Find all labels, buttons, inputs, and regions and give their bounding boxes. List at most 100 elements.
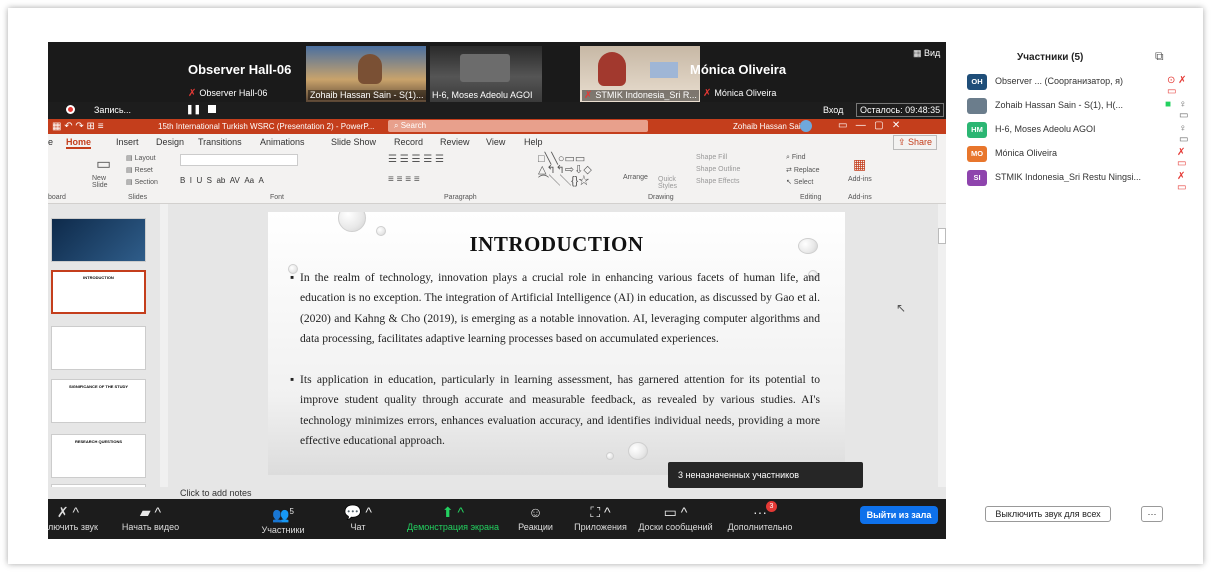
- thumbnail-1[interactable]: [51, 218, 146, 262]
- group-editing: Editing: [800, 194, 822, 201]
- avatar: HM: [967, 122, 987, 138]
- pause-record-icon[interactable]: ❚❚: [186, 104, 201, 115]
- thumbnail-3[interactable]: [51, 326, 146, 370]
- panel-more-button[interactable]: ···: [1141, 506, 1163, 522]
- tab-help[interactable]: Help: [524, 137, 543, 147]
- video-tile-moses[interactable]: H-6, Moses Adeolu AGOI: [430, 46, 542, 102]
- tooltip: 3 неназначенных участников: [668, 462, 863, 488]
- shape-fill-button[interactable]: Shape Fill: [696, 154, 727, 161]
- participant-row[interactable]: MO Mónica Oliveira ✗ ▭: [967, 146, 1192, 169]
- participant-row[interactable]: OH Observer ... (Соорганизатор, я) ⊙ ✗ ▭: [967, 74, 1192, 97]
- stop-record-icon[interactable]: [208, 105, 216, 113]
- reactions-button[interactable]: ☺ Реакции: [513, 499, 558, 539]
- slide-bullet-2: ▪ Its application in education, particula…: [290, 373, 820, 448]
- mic-muted-icon: ✗ ▭: [1177, 171, 1187, 193]
- mute-all-button[interactable]: Выключить звук для всех: [985, 506, 1111, 522]
- person-silhouette: [598, 52, 626, 86]
- notes-pane[interactable]: Click to add notes: [48, 487, 946, 499]
- tile-caption-zohaib: Zohaib Hassan Sain - S(1)...: [308, 90, 426, 100]
- tab-view[interactable]: View: [486, 137, 505, 147]
- shape-effects-button[interactable]: Shape Effects: [696, 178, 739, 185]
- addins-icon[interactable]: ▦: [853, 156, 866, 173]
- slide-thumbnails: INTRODUCTION SIGNIFICANCE OF THE STUDY R…: [48, 204, 168, 494]
- panel-title: Участники (5): [1017, 52, 1084, 63]
- whiteboard-icon: ▭ ^: [663, 504, 688, 520]
- window-controls[interactable]: ▭ — ▢ ✕: [838, 120, 900, 131]
- tile-caption-moses: H-6, Moses Adeolu AGOI: [432, 90, 533, 100]
- select-button[interactable]: ↖ Select: [786, 178, 813, 186]
- notes-placeholder[interactable]: Click to add notes: [180, 488, 252, 498]
- video-tile-stmik[interactable]: ✗ STMIK Indonesia_Sri R...: [580, 46, 700, 102]
- thumbnail-5[interactable]: RESEARCH QUESTIONS: [51, 434, 146, 478]
- chat-button[interactable]: 💬 ^ Чат: [333, 499, 383, 539]
- tab-record[interactable]: Record: [394, 137, 423, 147]
- meeting-toolbar: ✗ ^ лючить звук ▰ ^ Начать видео 👥5 Участни…: [48, 499, 946, 539]
- search-box[interactable]: ⌕ Search: [388, 120, 648, 132]
- reset-button[interactable]: ▤ Reset: [126, 166, 153, 174]
- tab-design[interactable]: Design: [156, 137, 184, 147]
- replace-icon: ⇄: [786, 167, 794, 174]
- participant-name: Observer ... (Соорганизатор, я): [995, 76, 1123, 86]
- scroll-thumb[interactable]: [938, 228, 946, 244]
- tab-animations[interactable]: Animations: [260, 137, 305, 147]
- new-slide-icon[interactable]: ▭: [96, 154, 111, 174]
- apps-button[interactable]: ⛶ ^ Приложения: [568, 499, 633, 539]
- video-tile-zohaib[interactable]: Zohaib Hassan Sain - S(1)...: [306, 46, 426, 102]
- align-buttons[interactable]: ≡ ≡ ≡ ≡: [388, 174, 420, 185]
- tab-transitions[interactable]: Transitions: [198, 137, 242, 147]
- participant-name: STMIK Indonesia_Sri Restu Ningsi...: [995, 172, 1142, 182]
- share-screen-button[interactable]: ⬆ ^ Демонстрация экрана: [398, 499, 508, 539]
- quick-styles-button[interactable]: Quick Styles: [658, 176, 684, 190]
- leave-room-button[interactable]: Выйти из зала: [860, 506, 938, 524]
- tile-caption-observer: ✗ Observer Hall-06: [188, 88, 268, 99]
- shapes-gallery[interactable]: □╲╲○▭▭ △↰↰⇨⇩◇ ⌒╲╲{}☆: [538, 154, 592, 187]
- thumbnail-scrollbar[interactable]: [160, 204, 168, 487]
- slide-scrollbar[interactable]: [938, 204, 946, 487]
- mute-button[interactable]: ✗ ^ лючить звук: [48, 499, 98, 539]
- new-slide-button[interactable]: New Slide: [92, 175, 122, 189]
- participant-row[interactable]: Zohaib Hassan Sain - S(1), H(... ■ ♀ ▭: [967, 98, 1192, 121]
- avatar[interactable]: [800, 120, 812, 132]
- arrange-button[interactable]: Arrange: [623, 174, 648, 181]
- thumbnail-4[interactable]: SIGNIFICANCE OF THE STUDY: [51, 379, 146, 423]
- thumbnail-title: SIGNIFICANCE OF THE STUDY: [68, 384, 129, 389]
- layout-button[interactable]: ▤ Layout: [126, 154, 156, 162]
- tab-slideshow[interactable]: Slide Show: [331, 137, 376, 147]
- video-button[interactable]: ▰ ^ Начать видео: [113, 499, 188, 539]
- font-format-buttons[interactable]: B I U S ab AV Aa A: [180, 176, 264, 185]
- tab-file[interactable]: e: [48, 137, 53, 147]
- avatar: OH: [967, 74, 987, 90]
- font-family-box[interactable]: [180, 154, 298, 166]
- popout-icon[interactable]: ⧉: [1155, 49, 1164, 64]
- view-button[interactable]: ▦ Вид: [913, 48, 940, 59]
- tab-home[interactable]: Home: [66, 137, 92, 149]
- video-strip: Observer Hall-06 ✗ Observer Hall-06 Zohai…: [48, 42, 946, 102]
- share-label: Демонстрация экрана: [407, 522, 499, 532]
- more-icon: ···: [753, 504, 767, 520]
- participants-button[interactable]: 👥5 Участники: [253, 499, 313, 539]
- avatar: [967, 98, 987, 114]
- thumbnail-2[interactable]: INTRODUCTION: [51, 270, 146, 314]
- paragraph-buttons[interactable]: ☰ ☰ ☰ ☰ ☰: [388, 154, 444, 165]
- tab-review[interactable]: Review: [440, 137, 470, 147]
- more-button[interactable]: ··· Дополнительно: [720, 499, 800, 539]
- thumbnail-title: INTRODUCTION: [83, 275, 114, 280]
- addins-button[interactable]: Add-ins: [848, 176, 872, 183]
- share-button[interactable]: ⇪ Share: [893, 135, 938, 150]
- tile-caption-stmik: ✗ STMIK Indonesia_Sri R...: [582, 90, 699, 101]
- participant-row[interactable]: HM H-6, Moses Adeolu AGOI ♀ ▭: [967, 122, 1192, 145]
- current-slide[interactable]: INTRODUCTION ▪ In the realm of technology…: [268, 212, 845, 475]
- find-button[interactable]: ⌕ Find: [786, 154, 806, 162]
- replace-button[interactable]: ⇄ Replace: [786, 166, 820, 174]
- participant-row[interactable]: SI STMIK Indonesia_Sri Restu Ningsi... ✗…: [967, 170, 1192, 193]
- qat-icons[interactable]: ▦ ↶ ↷ ⊞ ≡: [52, 121, 104, 132]
- whiteboards-button[interactable]: ▭ ^ Доски сообщений: [638, 499, 713, 539]
- muted-mic-icon: ✗: [188, 88, 197, 99]
- section-button[interactable]: ▤ Section: [126, 178, 158, 186]
- cursor-icon: ↖: [786, 179, 794, 186]
- tab-insert[interactable]: Insert: [116, 137, 139, 147]
- enter-label: Вход: [823, 105, 844, 115]
- shape-outline-button[interactable]: Shape Outline: [696, 166, 740, 173]
- cursor-icon: ↖: [896, 301, 907, 315]
- poster: [650, 62, 678, 78]
